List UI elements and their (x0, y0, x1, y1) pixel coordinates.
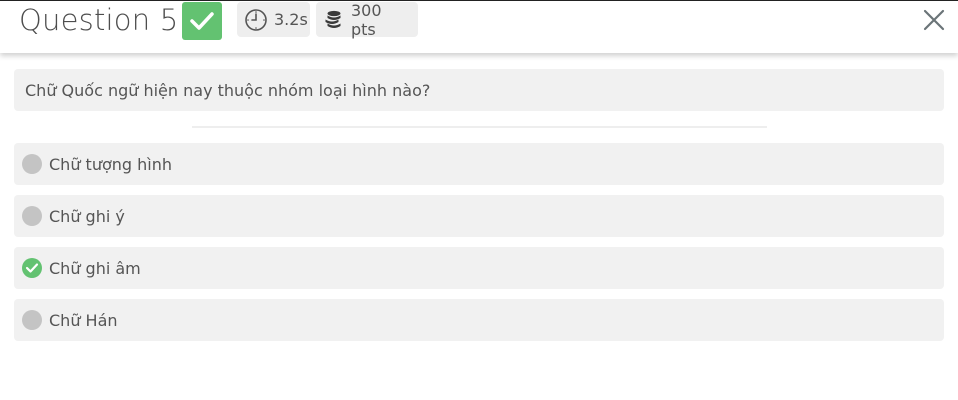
time-value: 3.2s (274, 10, 308, 29)
points-value: 300 pts (351, 0, 382, 39)
clock-icon (244, 8, 268, 32)
close-button[interactable] (922, 8, 946, 32)
question-title: Question 5 (19, 3, 179, 37)
close-icon[interactable] (923, 9, 945, 31)
coins-icon (323, 9, 345, 31)
points-chip: 300 pts (316, 0, 418, 39)
unselected-marker-icon (22, 310, 42, 330)
answer-option-correct[interactable]: Chữ ghi âm (14, 247, 944, 289)
correct-check-icon (22, 258, 42, 278)
answer-option[interactable]: Chữ Hán (14, 299, 944, 341)
divider (192, 126, 767, 128)
answer-option-label: Chữ ghi ý (49, 206, 125, 226)
unselected-marker-icon (22, 154, 42, 174)
answer-option[interactable]: Chữ tượng hình (14, 143, 944, 185)
unselected-marker-icon (22, 206, 42, 226)
checkmark-icon (190, 12, 214, 30)
question-text: Chữ Quốc ngữ hiện nay thuộc nhóm loại hì… (25, 80, 431, 100)
correct-badge (182, 2, 222, 40)
answer-option-label: Chữ Hán (49, 310, 118, 330)
question-text-box: Chữ Quốc ngữ hiện nay thuộc nhóm loại hì… (14, 69, 944, 111)
question-header: Question 5 3.2s 300 pts (0, 0, 958, 53)
answer-option[interactable]: Chữ ghi ý (14, 195, 944, 237)
time-chip: 3.2s (237, 2, 310, 37)
answer-option-label: Chữ tượng hình (49, 154, 172, 174)
answer-option-label: Chữ ghi âm (49, 258, 141, 278)
